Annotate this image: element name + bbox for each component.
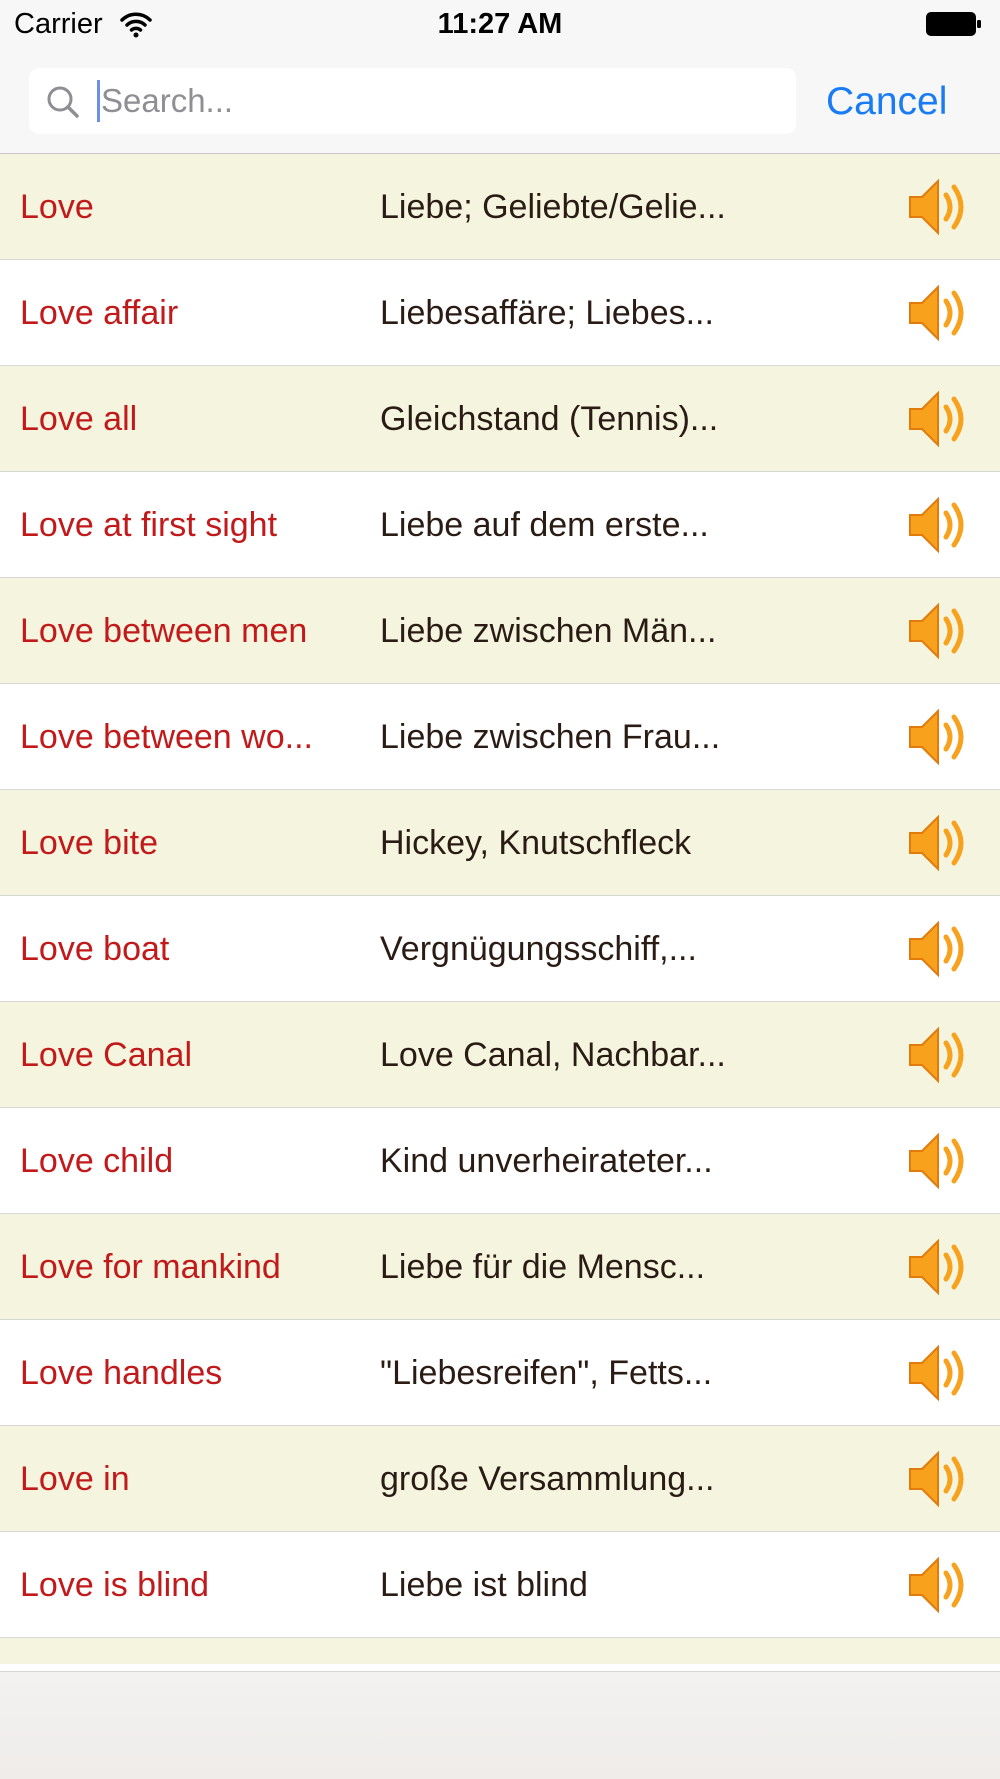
translation-label: "Liebesreifen", Fetts... <box>380 1354 713 1392</box>
term-label: Love bite <box>20 824 158 862</box>
list-item[interactable]: Love child Kind unverheirateter... <box>0 1108 1000 1214</box>
speaker-icon[interactable] <box>904 1447 974 1511</box>
speaker-icon[interactable] <box>904 1553 974 1617</box>
term-label: Love is blind <box>20 1566 210 1604</box>
translation-label: Love Canal, Nachbar... <box>380 1036 726 1074</box>
term-label: Love at first sight <box>20 506 278 544</box>
list-item[interactable]: Love handles "Liebesreifen", Fetts... <box>0 1320 1000 1426</box>
search-field[interactable] <box>29 68 796 134</box>
search-icon <box>45 84 81 120</box>
battery-icon <box>926 12 982 36</box>
term-label: Love affair <box>20 294 179 332</box>
term-label: Love handles <box>20 1354 223 1392</box>
speaker-icon[interactable] <box>904 387 974 451</box>
list-item[interactable]: Love bite Hickey, Knutschfleck <box>0 790 1000 896</box>
dictionary-list: Love Liebe; Geliebte/Gelie... Love affai… <box>0 154 1000 1664</box>
list-item[interactable]: Love is blind Liebe ist blind <box>0 1532 1000 1638</box>
list-item[interactable]: Love Liebe; Geliebte/Gelie... <box>0 154 1000 260</box>
list-item[interactable]: Love boat Vergnügungsschiff,... <box>0 896 1000 1002</box>
list-item[interactable]: Love all Gleichstand (Tennis)... <box>0 366 1000 472</box>
term-label: Love all <box>20 400 138 438</box>
translation-label: Vergnügungsschiff,... <box>380 930 697 968</box>
text-cursor <box>97 80 100 122</box>
translation-label: Gleichstand (Tennis)... <box>380 400 719 438</box>
status-time: 11:27 AM <box>437 8 563 40</box>
speaker-icon[interactable] <box>904 175 974 239</box>
speaker-icon[interactable] <box>904 1129 974 1193</box>
speaker-icon[interactable] <box>904 705 974 769</box>
status-bar: Carrier 11:27 AM <box>0 0 1000 50</box>
speaker-icon[interactable] <box>904 281 974 345</box>
translation-label: Kind unverheirateter... <box>380 1142 713 1180</box>
translation-label: Liebe; Geliebte/Gelie... <box>380 188 726 226</box>
speaker-icon[interactable] <box>904 493 974 557</box>
speaker-icon[interactable] <box>904 917 974 981</box>
speaker-icon[interactable] <box>904 811 974 875</box>
speaker-icon[interactable] <box>904 1235 974 1299</box>
cancel-button[interactable]: Cancel <box>826 80 947 124</box>
speaker-icon[interactable] <box>904 599 974 663</box>
translation-label: Liebesaffäre; Liebes... <box>380 294 714 332</box>
term-label: Love Canal <box>20 1036 193 1074</box>
list-item[interactable]: Love Canal Love Canal, Nachbar... <box>0 1002 1000 1108</box>
list-item[interactable]: Love affair Liebesaffäre; Liebes... <box>0 260 1000 366</box>
term-label: Love between wo... <box>20 718 313 756</box>
search-header: Cancel <box>0 50 1000 154</box>
list-item[interactable]: Love between wo... Liebe zwischen Frau..… <box>0 684 1000 790</box>
term-label: Love boat <box>20 930 170 968</box>
translation-label: Liebe zwischen Män... <box>380 612 717 650</box>
term-label: Love in <box>20 1460 130 1498</box>
keyboard-area <box>0 1671 1000 1779</box>
translation-label: Liebe zwischen Frau... <box>380 718 721 756</box>
translation-label: Liebe ist blind <box>380 1566 588 1604</box>
term-label: Love <box>20 188 94 226</box>
list-item[interactable]: Love between men Liebe zwischen Män... <box>0 578 1000 684</box>
translation-label: Liebe für die Mensc... <box>380 1248 706 1286</box>
speaker-icon[interactable] <box>904 1023 974 1087</box>
speaker-icon[interactable] <box>904 1341 974 1405</box>
translation-label: Liebe auf dem erste... <box>380 506 709 544</box>
list-item[interactable]: Love at first sight Liebe auf dem erste.… <box>0 472 1000 578</box>
list-item[interactable]: Love for mankind Liebe für die Mensc... <box>0 1214 1000 1320</box>
term-label: Love for mankind <box>20 1248 281 1286</box>
list-item-partial[interactable] <box>0 1638 1000 1664</box>
list-item[interactable]: Love in große Versammlung... <box>0 1426 1000 1532</box>
speaker-icon[interactable] <box>904 1660 974 1664</box>
term-label: Love between men <box>20 612 308 650</box>
translation-label: große Versammlung... <box>380 1460 715 1498</box>
translation-label: Hickey, Knutschfleck <box>380 824 692 862</box>
search-input[interactable] <box>101 74 781 128</box>
term-label: Love child <box>20 1142 174 1180</box>
